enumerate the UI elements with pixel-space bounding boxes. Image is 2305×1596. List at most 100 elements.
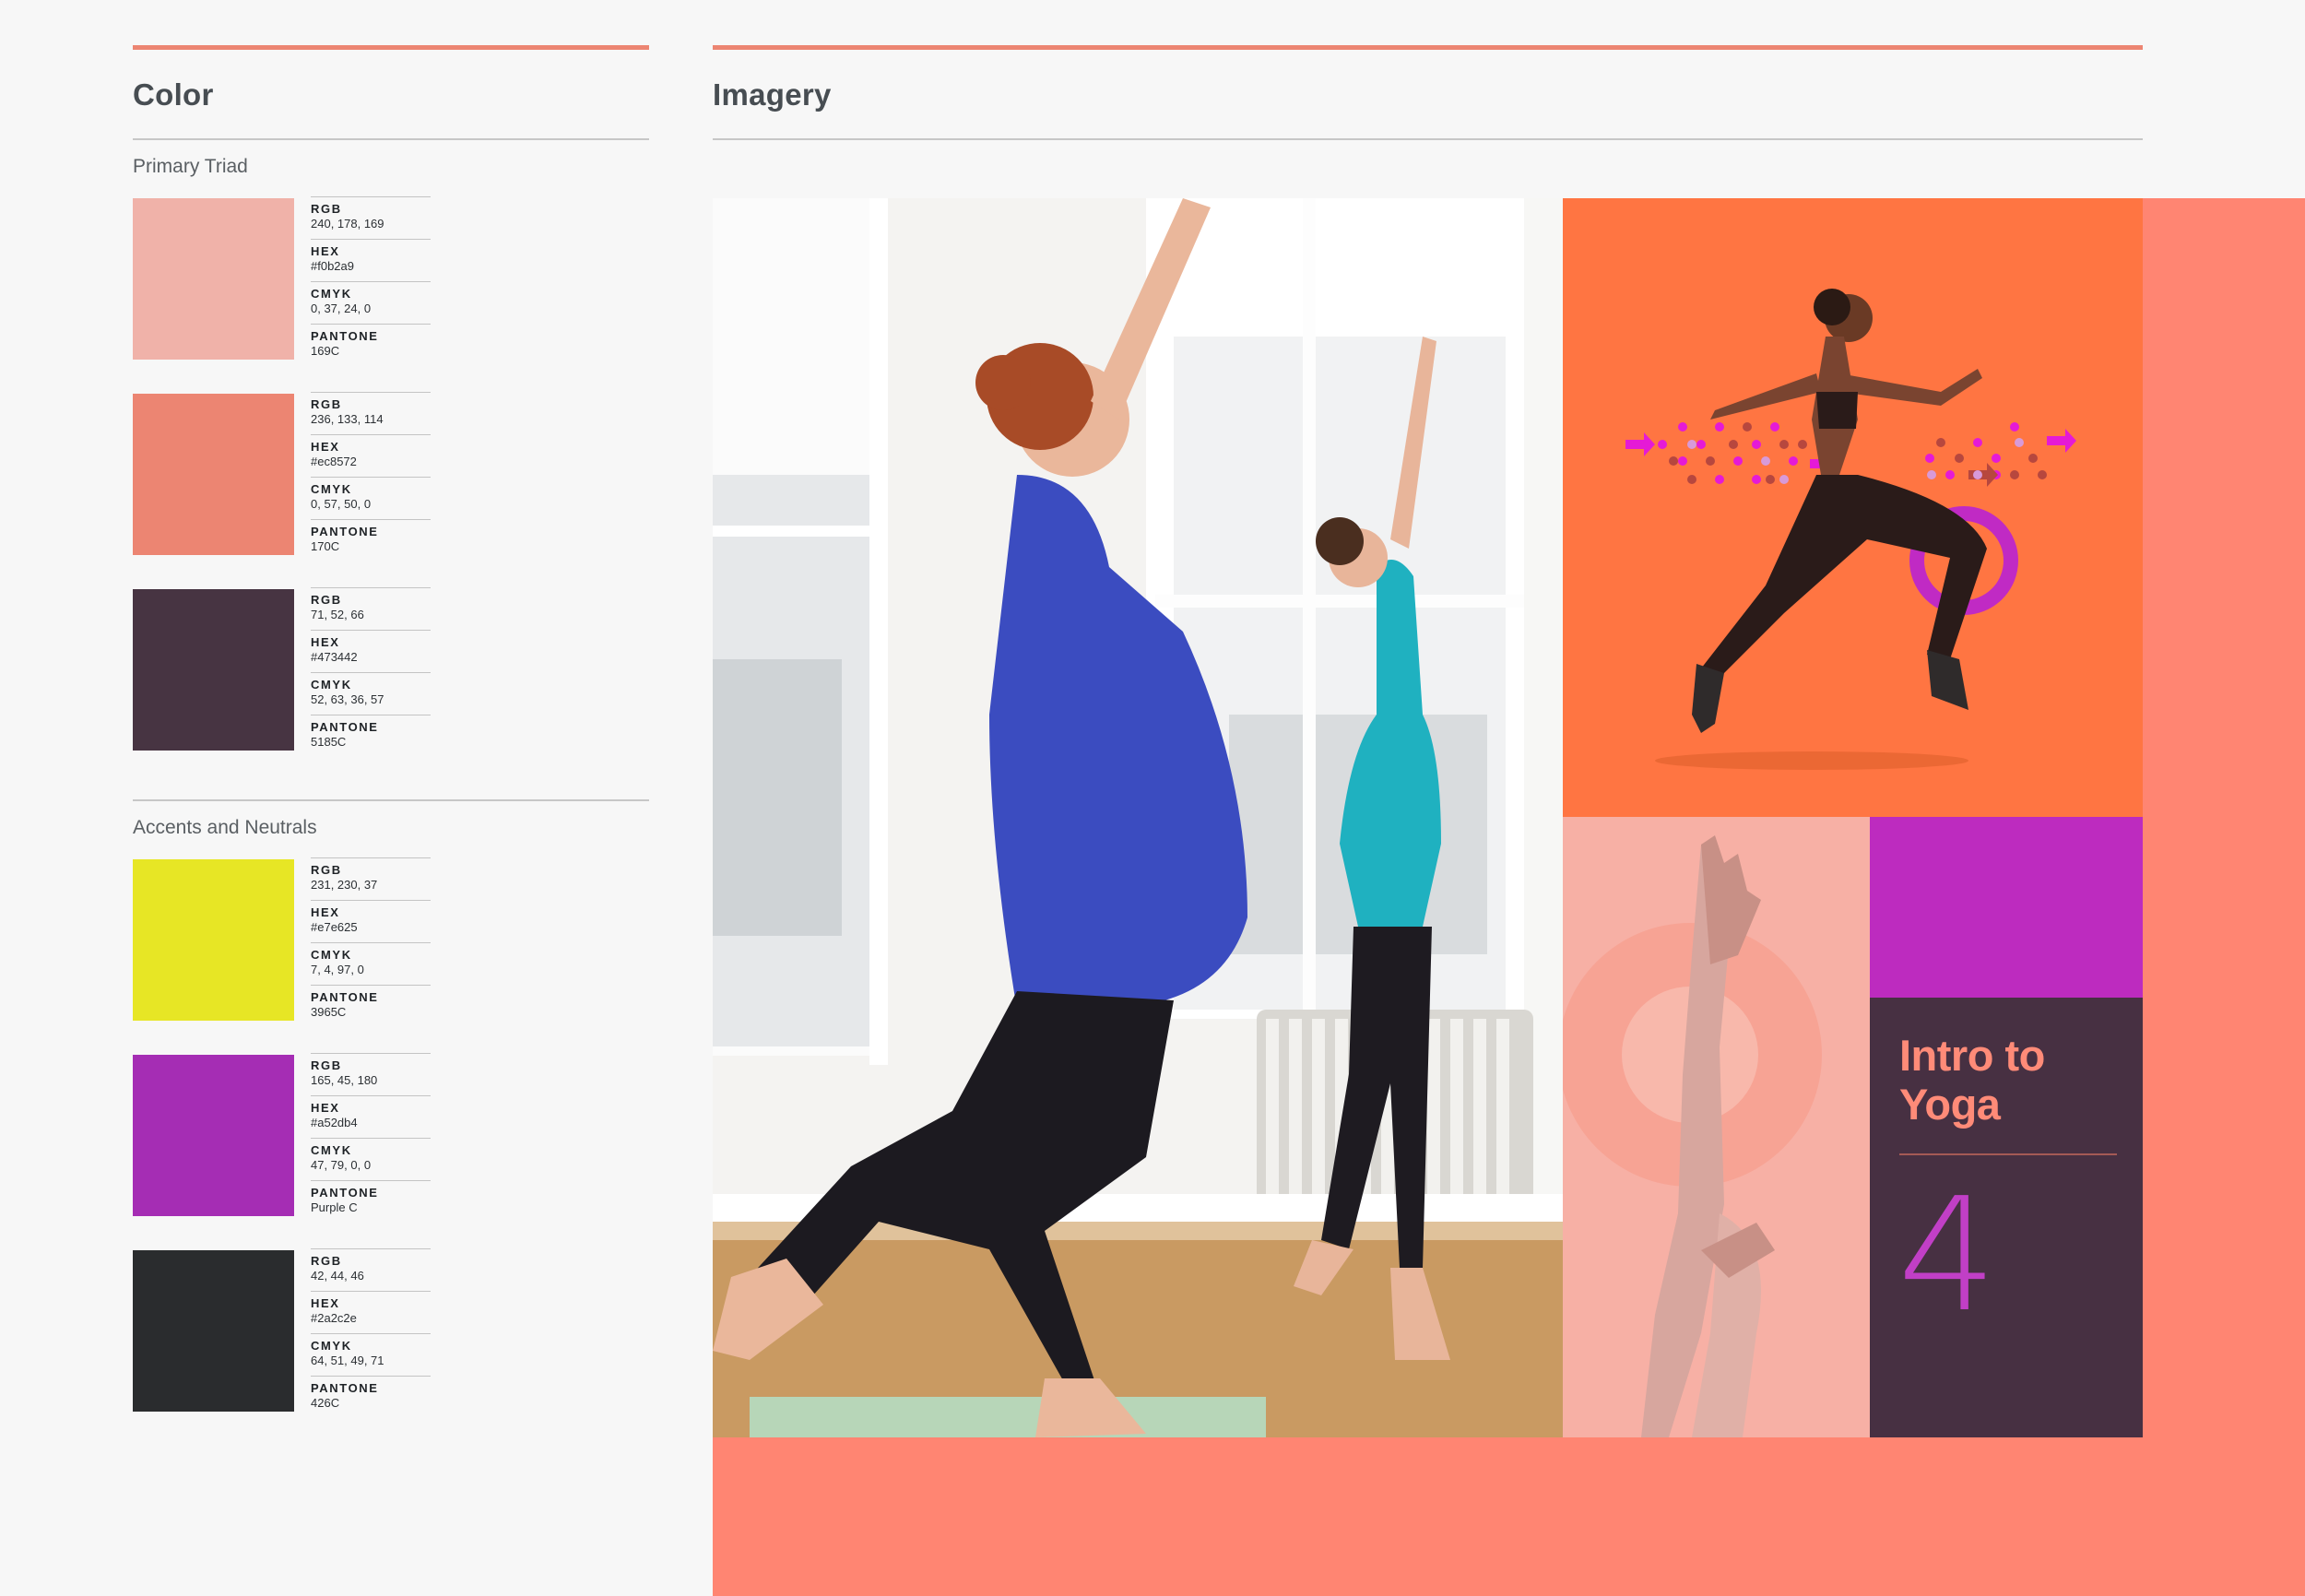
group-title: Accents and Neutrals bbox=[133, 817, 317, 838]
spec-value: 71, 52, 66 bbox=[311, 608, 364, 621]
group-title: Primary Triad bbox=[133, 156, 248, 177]
runner-illustration-panel bbox=[1563, 198, 2143, 817]
salmon-background-band bbox=[713, 1436, 2305, 1596]
spec-value: 3965C bbox=[311, 1005, 347, 1019]
spec-label: PANTONE bbox=[311, 525, 379, 538]
color-spec-hex: HEX #a52db4 bbox=[311, 1095, 431, 1138]
color-spec-pantone: PANTONE 169C bbox=[311, 324, 431, 366]
spec-label: CMYK bbox=[311, 948, 352, 962]
color-spec-pantone: PANTONE 170C bbox=[311, 519, 431, 562]
imagery-section-title: Imagery bbox=[713, 77, 832, 112]
spec-label: PANTONE bbox=[311, 1381, 379, 1395]
spec-value: 7, 4, 97, 0 bbox=[311, 963, 364, 976]
salmon-background-band bbox=[2143, 198, 2305, 1439]
color-spec-hex: HEX #473442 bbox=[311, 630, 431, 672]
color-spec-rgb: RGB 231, 230, 37 bbox=[311, 857, 431, 900]
color-spec-list: RGB 165, 45, 180 HEX #a52db4 CMYK 47, 79, 0, … bbox=[311, 1053, 431, 1223]
spec-value: 165, 45, 180 bbox=[311, 1073, 378, 1087]
color-section: Color Primary Triad RGB 240, 178, 169 HEX #… bbox=[133, 45, 649, 1412]
color-swatch-row: RGB 71, 52, 66 HEX #473442 CMYK 52, 63, 36, 5… bbox=[133, 587, 649, 751]
color-spec-rgb: RGB 240, 178, 169 bbox=[311, 196, 431, 239]
spec-value: #ec8572 bbox=[311, 455, 357, 468]
spec-value: 42, 44, 46 bbox=[311, 1269, 364, 1283]
color-spec-list: RGB 240, 178, 169 HEX #f0b2a9 CMYK 0, 37, 24,… bbox=[311, 196, 431, 366]
spec-label: RGB bbox=[311, 1254, 342, 1268]
spec-label: RGB bbox=[311, 863, 342, 877]
color-spec-hex: HEX #ec8572 bbox=[311, 434, 431, 477]
spec-label: HEX bbox=[311, 440, 340, 454]
spec-label: HEX bbox=[311, 1101, 340, 1115]
spec-label: PANTONE bbox=[311, 720, 379, 734]
spec-value: #e7e625 bbox=[311, 920, 358, 934]
spec-label: RGB bbox=[311, 202, 342, 216]
color-spec-rgb: RGB 71, 52, 66 bbox=[311, 587, 431, 630]
magenta-color-block bbox=[1870, 817, 2143, 998]
spec-value: 5185C bbox=[311, 735, 347, 749]
spec-label: HEX bbox=[311, 635, 340, 649]
spec-value: #2a2c2e bbox=[311, 1311, 357, 1325]
color-spec-hex: HEX #f0b2a9 bbox=[311, 239, 431, 281]
color-swatch-row: RGB 165, 45, 180 HEX #a52db4 CMYK 47, 79, 0, … bbox=[133, 1053, 649, 1216]
color-spec-list: RGB 71, 52, 66 HEX #473442 CMYK 52, 63, 36, 5… bbox=[311, 587, 431, 757]
color-spec-list: RGB 231, 230, 37 HEX #e7e625 CMYK 7, 4, 97, 0… bbox=[311, 857, 431, 1027]
spec-value: #a52db4 bbox=[311, 1116, 358, 1129]
color-swatch bbox=[133, 859, 294, 1021]
spec-value: 0, 57, 50, 0 bbox=[311, 497, 372, 511]
color-section-title: Color bbox=[133, 77, 214, 112]
color-spec-cmyk: CMYK 0, 57, 50, 0 bbox=[311, 477, 431, 519]
spec-value: #f0b2a9 bbox=[311, 259, 354, 273]
color-spec-hex: HEX #e7e625 bbox=[311, 900, 431, 942]
color-spec-list: RGB 236, 133, 114 HEX #ec8572 CMYK 0, 57, 50,… bbox=[311, 392, 431, 562]
color-swatch bbox=[133, 1055, 294, 1216]
spec-value: 240, 178, 169 bbox=[311, 217, 384, 231]
color-swatch-row: RGB 236, 133, 114 HEX #ec8572 CMYK 0, 57, 50,… bbox=[133, 392, 649, 555]
color-swatch bbox=[133, 394, 294, 555]
spec-label: CMYK bbox=[311, 1339, 352, 1353]
color-spec-cmyk: CMYK 64, 51, 49, 71 bbox=[311, 1333, 431, 1376]
color-spec-cmyk: CMYK 47, 79, 0, 0 bbox=[311, 1138, 431, 1180]
spec-label: HEX bbox=[311, 244, 340, 258]
color-spec-pantone: PANTONE 5185C bbox=[311, 715, 431, 757]
color-spec-rgb: RGB 42, 44, 46 bbox=[311, 1248, 431, 1291]
color-swatch bbox=[133, 589, 294, 751]
spec-value: 236, 133, 114 bbox=[311, 412, 384, 426]
poster-divider bbox=[1899, 1153, 2117, 1155]
color-spec-cmyk: CMYK 0, 37, 24, 0 bbox=[311, 281, 431, 324]
spec-label: RGB bbox=[311, 593, 342, 607]
swatch-group-primary-triad: Primary Triad RGB 240, 178, 169 HEX #f0b2a9… bbox=[133, 156, 649, 751]
color-swatch-row: RGB 240, 178, 169 HEX #f0b2a9 CMYK 0, 37, 24,… bbox=[133, 196, 649, 360]
color-swatch-row: RGB 231, 230, 37 HEX #e7e625 CMYK 7, 4, 97, 0… bbox=[133, 857, 649, 1021]
spec-label: CMYK bbox=[311, 678, 352, 692]
yoga-class-photo bbox=[713, 198, 1563, 1437]
spec-value: 169C bbox=[311, 344, 340, 358]
color-spec-cmyk: CMYK 52, 63, 36, 57 bbox=[311, 672, 431, 715]
color-swatch-row: RGB 42, 44, 46 HEX #2a2c2e CMYK 64, 51, 49, 7… bbox=[133, 1248, 649, 1412]
color-spec-hex: HEX #2a2c2e bbox=[311, 1291, 431, 1333]
group-divider bbox=[133, 799, 649, 801]
color-spec-rgb: RGB 236, 133, 114 bbox=[311, 392, 431, 434]
color-spec-pantone: PANTONE 426C bbox=[311, 1376, 431, 1418]
color-spec-rgb: RGB 165, 45, 180 bbox=[311, 1053, 431, 1095]
color-spec-pantone: PANTONE 3965C bbox=[311, 985, 431, 1027]
spec-label: HEX bbox=[311, 1296, 340, 1310]
color-spec-list: RGB 42, 44, 46 HEX #2a2c2e CMYK 64, 51, 49, 7… bbox=[311, 1248, 431, 1418]
spec-value: 170C bbox=[311, 539, 340, 553]
color-accent-rule bbox=[133, 45, 649, 50]
spec-value: 0, 37, 24, 0 bbox=[311, 301, 372, 315]
spec-label: CMYK bbox=[311, 287, 352, 301]
imagery-title-divider bbox=[713, 138, 2143, 140]
spec-label: CMYK bbox=[311, 1143, 352, 1157]
spec-label: PANTONE bbox=[311, 990, 379, 1004]
spec-label: RGB bbox=[311, 1058, 342, 1072]
color-swatch bbox=[133, 1250, 294, 1412]
poster-number: 4 bbox=[1897, 1164, 1998, 1347]
imagery-section: Imagery bbox=[713, 45, 2143, 140]
color-spec-pantone: PANTONE Purple C bbox=[311, 1180, 431, 1223]
spec-label: PANTONE bbox=[311, 329, 379, 343]
poster-title: Intro to Yoga bbox=[1899, 1031, 2045, 1129]
intro-to-yoga-poster: Intro to Yoga 4 bbox=[1870, 998, 2143, 1437]
spec-value: Purple C bbox=[311, 1200, 358, 1214]
color-title-divider bbox=[133, 138, 649, 140]
color-swatch bbox=[133, 198, 294, 360]
spec-label: RGB bbox=[311, 397, 342, 411]
